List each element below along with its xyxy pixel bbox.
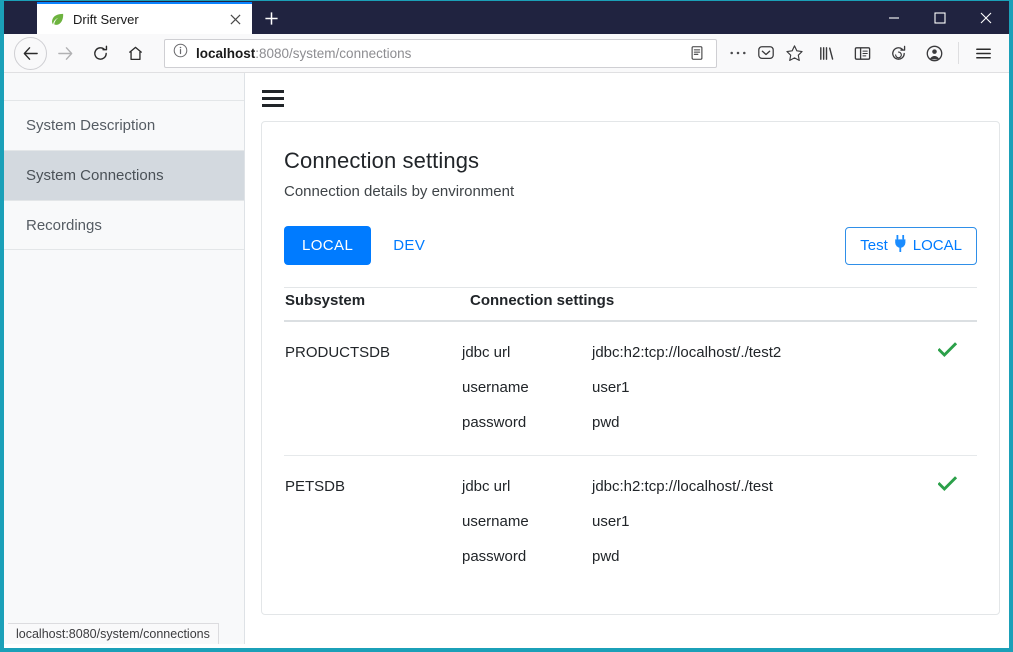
test-button-suffix: LOCAL [913, 237, 962, 254]
browser-window: Drift Server [0, 0, 1013, 652]
tab-title: Drift Server [73, 12, 218, 27]
new-tab-button[interactable] [252, 2, 290, 34]
connection-settings-card: Connection settings Connection details b… [261, 121, 1000, 615]
power-plug-icon [893, 235, 908, 256]
forward-arrow-icon[interactable] [49, 37, 82, 70]
maximize-icon[interactable] [917, 1, 963, 34]
table-body: PRODUCTSDB jdbc url jdbc:h2:tcp://localh… [284, 321, 977, 589]
back-arrow-icon[interactable] [14, 37, 47, 70]
check-icon [938, 345, 957, 362]
setting-jdbc-url: jdbc url jdbc:h2:tcp://localhost/./test [462, 478, 917, 495]
setting-password: password pwd [462, 414, 917, 431]
reader-view-icon[interactable] [684, 40, 710, 66]
setting-key: username [462, 379, 592, 396]
env-tab-local[interactable]: LOCAL [284, 226, 371, 265]
tab-close-icon[interactable] [226, 10, 244, 28]
sidebar-item-system-connections[interactable]: System Connections [4, 150, 244, 200]
status-badge [917, 456, 977, 590]
sidebar-nav: System Description System Connections Re… [4, 73, 245, 644]
sync-icon[interactable] [882, 38, 914, 68]
burger-line [262, 97, 284, 100]
library-icon[interactable] [810, 38, 842, 68]
table-head: Subsystem Connection settings [284, 288, 977, 322]
url-path: :8080/system/connections [255, 46, 411, 61]
hamburger-menu-icon[interactable] [262, 90, 284, 107]
sidebar-item-recordings[interactable]: Recordings [4, 200, 244, 250]
page-content: System Description System Connections Re… [4, 73, 1009, 644]
test-connection-button[interactable]: Test LOCAL [845, 227, 977, 265]
burger-line [262, 90, 284, 93]
leaf-icon [49, 11, 65, 27]
burger-line [262, 104, 284, 107]
sidebar-item-label: System Description [26, 117, 155, 134]
column-header-connection-settings: Connection settings [462, 288, 977, 322]
page-subtitle: Connection details by environment [284, 183, 977, 200]
close-icon[interactable] [963, 1, 1009, 34]
browser-toolbar: localhost:8080/system/connections [4, 34, 1009, 73]
cell-subsystem: PRODUCTSDB [284, 321, 462, 456]
sidebar-item-label: System Connections [26, 167, 164, 184]
address-bar[interactable]: localhost:8080/system/connections [164, 39, 717, 68]
main-content: Connection settings Connection details b… [245, 73, 1009, 644]
connections-table: Subsystem Connection settings PRODUCTSDB… [284, 287, 977, 589]
cell-settings: jdbc url jdbc:h2:tcp://localhost/./test2… [462, 321, 917, 456]
minimize-icon[interactable] [871, 1, 917, 34]
tab-strip: Drift Server [4, 1, 871, 34]
setting-value: pwd [592, 414, 917, 431]
statusbar-text: localhost:8080/system/connections [16, 627, 210, 641]
link-preview-statusbar: localhost:8080/system/connections [8, 623, 219, 644]
url-host: localhost [196, 46, 255, 61]
check-icon [938, 479, 957, 496]
sidebar-icon[interactable] [846, 38, 878, 68]
pocket-icon[interactable] [753, 40, 779, 66]
reload-icon[interactable] [84, 37, 117, 70]
sidebar-item-label: Recordings [26, 217, 102, 234]
setting-password: password pwd [462, 548, 917, 565]
setting-key: jdbc url [462, 478, 592, 495]
setting-key: username [462, 513, 592, 530]
setting-value: jdbc:h2:tcp://localhost/./test2 [592, 344, 917, 361]
setting-username: username user1 [462, 379, 917, 396]
test-button-prefix: Test [860, 237, 888, 254]
setting-jdbc-url: jdbc url jdbc:h2:tcp://localhost/./test2 [462, 344, 917, 361]
column-header-subsystem: Subsystem [284, 288, 462, 322]
cell-subsystem: PETSDB [284, 456, 462, 590]
browser-tab[interactable]: Drift Server [37, 2, 252, 34]
toolbar-divider [958, 42, 959, 64]
setting-value: pwd [592, 548, 917, 565]
setting-key: jdbc url [462, 344, 592, 361]
browser-toolbar-right [810, 38, 999, 68]
env-tab-dev[interactable]: DEV [393, 237, 425, 254]
sidebar-item-system-description[interactable]: System Description [4, 100, 244, 150]
setting-key: password [462, 548, 592, 565]
setting-key: password [462, 414, 592, 431]
hamburger-menu-icon[interactable] [967, 38, 999, 68]
home-icon[interactable] [119, 37, 152, 70]
star-icon[interactable] [781, 40, 807, 66]
ellipsis-icon[interactable] [725, 40, 751, 66]
status-badge [917, 321, 977, 456]
info-circle-icon[interactable] [173, 43, 188, 63]
cell-settings: jdbc url jdbc:h2:tcp://localhost/./test … [462, 456, 917, 590]
table-row: PETSDB jdbc url jdbc:h2:tcp://localhost/… [284, 456, 977, 590]
page-title: Connection settings [284, 148, 977, 174]
browser-titlebar: Drift Server [4, 1, 1009, 34]
setting-value: user1 [592, 513, 917, 530]
setting-value: jdbc:h2:tcp://localhost/./test [592, 478, 917, 495]
table-row: PRODUCTSDB jdbc url jdbc:h2:tcp://localh… [284, 321, 977, 456]
url-text[interactable]: localhost:8080/system/connections [196, 46, 676, 61]
environment-selector: LOCAL DEV Test LOCAL [284, 226, 977, 265]
account-icon[interactable] [918, 38, 950, 68]
setting-value: user1 [592, 379, 917, 396]
window-controls [871, 1, 1009, 34]
page-action-icons [725, 40, 807, 66]
setting-username: username user1 [462, 513, 917, 530]
table-header-row: Subsystem Connection settings [284, 288, 977, 322]
